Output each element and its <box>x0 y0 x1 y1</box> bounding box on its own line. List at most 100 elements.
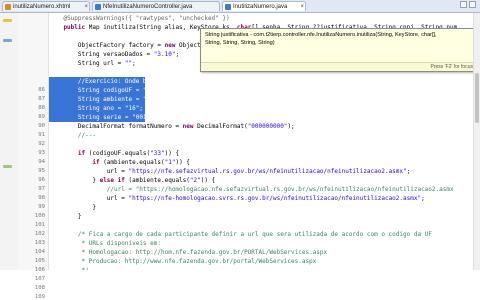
line-number: 103 <box>34 240 45 246</box>
code-line[interactable]: String ano = "16"; <box>49 104 145 113</box>
popup-footer: Press 'F2' for focus <box>201 62 477 71</box>
popup-focus-hint: Press 'F2' for focus <box>430 64 473 70</box>
code-line[interactable]: String codigoUF = "33"; <box>49 86 161 95</box>
code-token: ; <box>406 168 411 175</box>
line-number: 107 <box>34 276 45 282</box>
line-number-gutter: 86 87 88 89 90 91 92 93 94 95 96 97 98 99 100 101 102 103… <box>18 13 49 300</box>
javadoc-hover-popup[interactable]: String justificativa - com.t2tierp.contr… <box>200 28 478 72</box>
line-number: 101 <box>34 222 45 228</box>
line-number: 93 <box>38 150 45 156</box>
line-number: 96 <box>38 177 45 183</box>
code-line[interactable]: String versaoDados = "3.10"; <box>49 50 179 59</box>
code-token: /* Fica a cargo de cada participante def… <box>49 231 432 238</box>
code-line[interactable]: * URLs disponiveis em: <box>49 239 161 248</box>
code-token: "1" <box>164 159 176 166</box>
tab-label: NfeInutilizaNumeroController.java <box>103 4 193 10</box>
tab-inutilizanumero-java[interactable]: InutilizaNumero.java × <box>222 1 306 11</box>
line-number: 97 <box>38 186 45 192</box>
code-line[interactable]: //Exercicio: Onde buscar as informacoes … <box>49 77 248 86</box>
code-line[interactable]: } <box>49 212 82 221</box>
minimize-editor-button[interactable] <box>460 1 467 8</box>
code-token: String codigoUF = <box>49 87 143 94</box>
code-line[interactable]: ObjectFactory factory = new ObjectF <box>49 41 204 50</box>
vertical-scrollbar[interactable] <box>473 13 480 270</box>
code-token: "33" <box>142 87 158 94</box>
line-number: 94 <box>38 159 45 165</box>
code-token: "16" <box>124 105 140 112</box>
code-token: String serie = <box>49 114 133 121</box>
code-line[interactable]: //url = "https://homologacao.nfe.sefazvi… <box>49 185 454 194</box>
code-line[interactable]: if (ambiente.equals("1")) { <box>49 158 190 167</box>
line-number: 106 <box>34 267 45 273</box>
occurrence-marker-icon[interactable] <box>3 39 12 42</box>
line-number: 88 <box>38 105 45 111</box>
code-token: "2" <box>189 177 201 184</box>
code-line[interactable]: */ <box>49 266 89 270</box>
editor-tab-bar: inutilizaNumero.xhtml × NfeInutilizaNume… <box>0 0 480 13</box>
tab-nfeinutilizanumerocontroller-java[interactable]: NfeInutilizaNumeroController.java <box>92 1 220 11</box>
code-token: * Homologacao: http://hom.nfe.fazenda.go… <box>49 249 328 256</box>
code-line[interactable]: * Homologacao: http://hom.nfe.fazenda.go… <box>49 248 328 257</box>
code-line[interactable]: @SuppressWarnings({ "rawtypes", "uncheck… <box>49 14 229 23</box>
java-file-icon <box>225 4 231 10</box>
code-token: String versaoDados = <box>49 51 154 58</box>
code-line[interactable]: url = "https://nfe.sefazvirtual.rs.gov.b… <box>49 167 410 176</box>
code-token: )) { <box>164 150 180 157</box>
code-line[interactable]: String url = ""; <box>49 59 136 68</box>
tab-label: InutilizaNumero.java <box>233 4 288 10</box>
code-token: new <box>182 123 198 130</box>
code-token: "3.10" <box>153 51 176 58</box>
code-line[interactable]: url = "https://nfe-homologacao.svrs.rs.g… <box>49 194 425 203</box>
line-number: 109 <box>34 294 45 300</box>
code-token: * URLs disponiveis em: <box>49 240 161 247</box>
code-line[interactable]: /* Fica a cargo de cada participante def… <box>49 230 432 239</box>
xhtml-file-icon <box>5 4 11 10</box>
code-token: ; <box>132 60 136 67</box>
code-token: * Producao: http://www.nfe.fazenda.gov.b… <box>49 258 317 265</box>
code-line[interactable]: String serie = "001"; <box>49 113 154 122</box>
code-token: String url = <box>49 60 125 67</box>
code-token: else if <box>99 177 129 184</box>
code-token: (codigoUF.equals( <box>88 150 151 157</box>
tab-label: inutilizaNumero.xhtml <box>13 4 71 10</box>
code-line[interactable]: String ambiente = "2"; <box>49 95 157 104</box>
code-token: url = <box>49 168 129 175</box>
code-token: ; <box>157 87 161 94</box>
code-token: if <box>49 159 104 166</box>
code-token: )) { <box>200 177 216 184</box>
code-token: new <box>164 42 180 49</box>
code-token: DecimalFormat formatNumero = <box>49 123 183 130</box>
code-token: ; <box>421 195 425 202</box>
close-icon[interactable]: × <box>84 2 88 11</box>
line-number: 91 <box>38 132 45 138</box>
line-number: 104 <box>34 249 45 255</box>
code-token: "33" <box>150 150 165 157</box>
line-number: 86 <box>38 87 45 93</box>
code-token: ObjectFactory factory = <box>49 42 165 49</box>
code-token: "https://nfe.sefazvirtual.rs.gov.br/ws/n… <box>128 168 407 175</box>
line-number: 108 <box>34 285 45 291</box>
annotation-ruler <box>0 13 19 270</box>
code-token: //url = "https://homologacao.nfe.sefazvi… <box>49 186 454 193</box>
code-token: ); <box>287 123 295 130</box>
code-line[interactable]: if (codigoUF.equals("33")) { <box>49 149 179 158</box>
code-token: ; <box>150 114 154 121</box>
code-line[interactable]: } else if (ambiente.equals("2")) { <box>49 176 215 185</box>
warning-marker-icon[interactable] <box>3 19 12 22</box>
code-token: //Exercicio: Onde buscar as informacoes … <box>49 78 248 85</box>
tab-inutilizanumero-xhtml[interactable]: inutilizaNumero.xhtml × <box>2 1 90 11</box>
scrollbar-thumb[interactable] <box>475 73 479 123</box>
close-icon[interactable]: × <box>300 2 304 11</box>
maximize-editor-button[interactable] <box>469 1 476 8</box>
task-marker-icon[interactable] <box>3 165 12 168</box>
code-token: "" <box>124 60 133 67</box>
code-token: (ambiente.equals( <box>103 159 165 166</box>
code-token: "001" <box>132 114 151 121</box>
code-token: //--- <box>49 132 96 139</box>
code-line[interactable]: //--- <box>49 131 96 140</box>
code-line[interactable]: DecimalFormat formatNumero = new Decimal… <box>49 122 295 131</box>
line-number: 92 <box>38 141 45 147</box>
code-line[interactable]: } <box>49 203 96 212</box>
code-line[interactable]: * Producao: http://www.nfe.fazenda.gov.b… <box>49 257 317 266</box>
line-number: 95 <box>38 168 45 174</box>
